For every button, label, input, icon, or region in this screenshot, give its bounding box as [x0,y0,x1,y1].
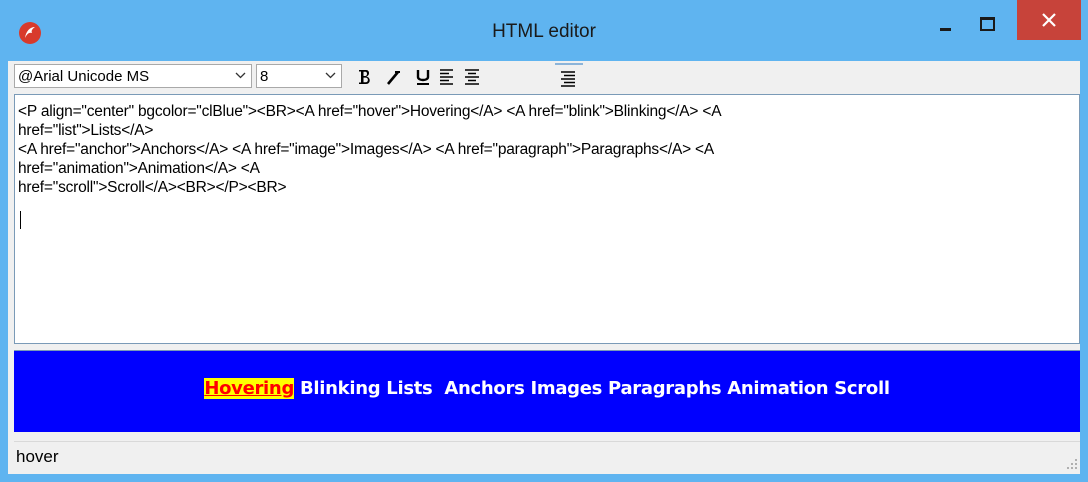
align-center-icon [465,69,479,85]
client-area: @Arial Unicode MS 8 <P align="center" bg… [8,61,1080,474]
link-animation[interactable]: Animation [727,378,828,399]
align-left-button[interactable] [434,63,462,91]
font-size-value: 8 [260,68,269,85]
minimize-button[interactable] [932,12,958,38]
font-size-select[interactable]: 8 [256,64,342,88]
align-left-icon [440,69,453,85]
bold-icon [359,70,370,84]
maximize-icon [980,17,995,31]
title-bar[interactable]: HTML editor [0,0,1088,61]
bold-button[interactable] [352,63,380,91]
italic-button[interactable] [380,63,408,91]
status-text: hover [16,447,59,466]
resize-grip-icon[interactable] [1066,458,1078,470]
font-name-value: @Arial Unicode MS [18,68,150,85]
close-icon [1042,13,1056,27]
html-source-text[interactable]: <P align="center" bgcolor="clBlue"><BR><… [18,102,722,197]
minimize-icon [940,28,951,31]
window-title: HTML editor [492,21,596,42]
link-blinking[interactable]: Blinking [300,378,381,399]
maximize-button[interactable] [968,10,1004,38]
link-hovering[interactable]: Hovering [204,378,294,399]
link-paragraphs[interactable]: Paragraphs [608,378,722,399]
html-editor-window: HTML editor @Arial Unicode MS 8 <P align… [0,0,1088,482]
link-anchors[interactable]: Anchors [444,378,524,399]
underline-icon [416,70,430,85]
align-right-button[interactable] [555,63,583,93]
formatting-toolbar: @Arial Unicode MS 8 [8,61,1080,93]
italic-icon [387,71,400,85]
link-scroll[interactable]: Scroll [834,378,890,399]
link-images[interactable]: Images [530,378,602,399]
html-source-editor[interactable]: <P align="center" bgcolor="clBlue"><BR><… [14,94,1080,344]
align-center-button[interactable] [459,63,487,91]
chevron-down-icon [235,72,246,79]
link-lists[interactable]: Lists [386,378,438,399]
preview-links: Hovering Blinking Lists Anchors Images P… [14,378,1080,399]
status-bar: hover [14,441,1080,472]
html-preview-pane: Hovering Blinking Lists Anchors Images P… [14,350,1080,432]
text-caret [20,211,21,229]
close-button[interactable] [1017,0,1081,40]
font-name-select[interactable]: @Arial Unicode MS [14,64,252,88]
chevron-down-icon [325,72,336,79]
align-right-icon [561,71,575,87]
